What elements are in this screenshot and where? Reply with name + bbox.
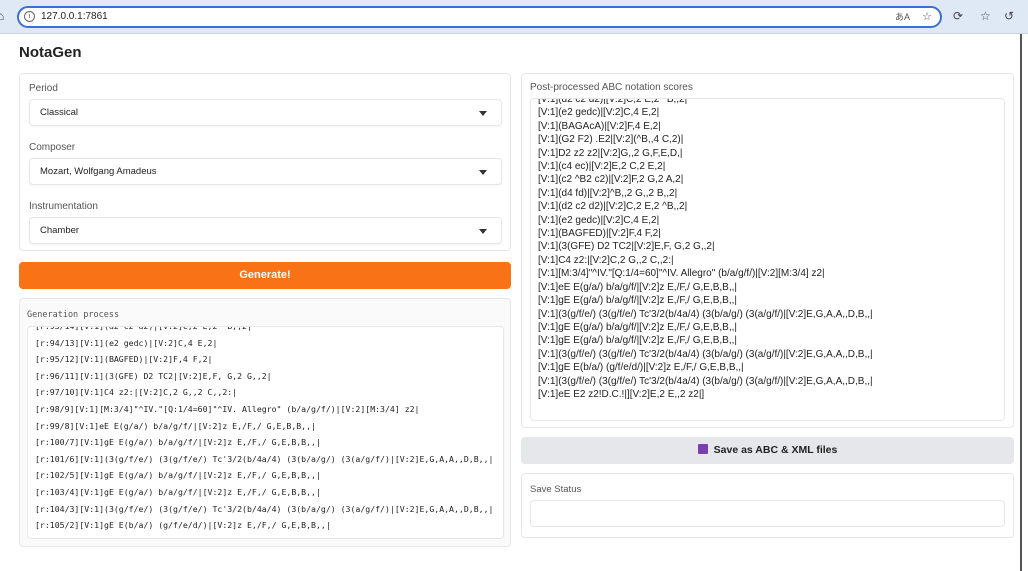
settings-panel: Period Classical Composer Mozart, Wolfga…	[19, 73, 511, 251]
log-line: [V:1](3(GFE) D2 TC2|[V:2]E,F, G,2 G,,2|	[538, 241, 715, 253]
log-line: [V:1](d2 c2 d2)|[V:2]C,2 E,2 ^B,,2|	[538, 201, 688, 213]
browser-toolbar: ⌂ i 127.0.0.1:7861 あA ☆ ⟳ ☆ ↺	[0, 0, 1028, 34]
generation-panel: Generation process [r:93/14][V:1](d2 c2 …	[19, 298, 511, 547]
app-page: NotaGen Period Classical Composer Mozart…	[0, 34, 1022, 571]
log-line: [V:1]C4 z2:|[V:2]C,2 G,,2 C,,2:|	[538, 254, 674, 266]
save-button-label: Save as ABC & XML files	[713, 444, 838, 456]
log-line: [V:1](c4 ec)|[V:2]E,2 C,2 E,2|	[538, 161, 666, 173]
log-line: [V:1]gE E(b/a/) (g/f/e/d/)|[V:2]z E,/F,/…	[538, 362, 744, 374]
save-button[interactable]: Save as ABC & XML files	[521, 437, 1014, 464]
composer-dropdown[interactable]: Mozart, Wolfgang Amadeus	[29, 158, 502, 185]
generation-log-textarea[interactable]: [r:93/14][V:1](d2 c2 d2)|[V:2]C,2 E,2 ^B…	[27, 326, 504, 539]
output-label: Post-processed ABC notation scores	[530, 82, 693, 93]
abc-output-textarea[interactable]: [V:1](d2 c2 d2)|[V:2]C,2 E,2 ^B,,2| [V:1]…	[530, 98, 1005, 421]
log-line: [V:1]gE E(g/a/) b/a/g/f/|[V:2]z E,/F,/ G…	[538, 321, 737, 333]
output-panel: Post-processed ABC notation scores [V:1]…	[521, 73, 1014, 428]
log-line: [r:105/2][V:1]gE E(b/a/) (g/f/e/d/)|[V:2…	[35, 520, 331, 531]
log-line: [r:103/4][V:1]gE E(g/a/) b/a/g/f/|[V:2]z…	[35, 486, 321, 497]
save-status-panel: Save Status	[521, 473, 1014, 538]
log-line: [V:1]gE E(g/a/) b/a/g/f/|[V:2]z E,/F,/ G…	[538, 335, 737, 347]
log-line: [V:1](BAGFED)|[V:2]F,4 F,2|	[538, 228, 661, 240]
log-line: [V:1]eE E(g/a/) b/a/g/f/|[V:2]z E,/F,/ G…	[538, 281, 737, 293]
extensions-icon[interactable]: ⟳	[953, 9, 963, 23]
log-line: [V:1](3(g/f/e/) (3(g/f/e/) Tc'3/2(b/4a/4…	[538, 308, 873, 320]
generate-button[interactable]: Generate!	[19, 262, 511, 289]
home-icon[interactable]: ⌂	[0, 9, 4, 23]
composer-value: Mozart, Wolfgang Amadeus	[40, 166, 157, 177]
log-line: [r:104/3][V:1](3(g/f/e/) (3(g/f/e/) Tc'3…	[35, 503, 494, 514]
log-line: [r:94/13][V:1](e2 gedc)|[V:2]C,4 E,2|	[35, 337, 218, 348]
app-title: NotaGen	[19, 44, 82, 61]
address-bar[interactable]: i 127.0.0.1:7861 あA ☆	[17, 6, 942, 28]
generation-log: [r:93/14][V:1](d2 c2 d2)|[V:2]C,2 E,2 ^B…	[28, 326, 503, 538]
floppy-disk-icon	[697, 444, 708, 454]
log-line: [V:1](e2 gedc)|[V:2]C,4 E,2|	[538, 214, 660, 226]
instrumentation-label: Instrumentation	[29, 201, 98, 212]
log-line: [r:93/14][V:1](d2 c2 d2)|[V:2]C,2 E,2 ^B…	[35, 326, 252, 331]
chevron-down-icon	[479, 111, 487, 116]
log-line: [V:1]gE E(g/a/) b/a/g/f/|[V:2]z E,/F,/ G…	[538, 295, 737, 307]
log-line: [V:1](G2 F2) .E2|[V:2](^B,,4 C,2)|	[538, 134, 684, 146]
log-line: [V:1]eE E2 z2!D.C.!|][V:2]E,2 E,,2 z2|]	[538, 388, 705, 400]
log-line: [V:1]D2 z2 z2|[V:2]G,,2 G,F,E,D,|	[538, 147, 683, 159]
save-status-field[interactable]	[530, 500, 1005, 527]
log-line: [r:98/9][V:1][M:3/4]"^IV."[Q:1/4=60]"^IV…	[35, 403, 420, 414]
log-line: [V:1](BAGAcA)|[V:2]F,4 E,2|	[538, 120, 661, 132]
log-line: [V:1](3(g/f/e/) (3(g/f/e/) Tc'3/2(b/4a/4…	[538, 348, 873, 360]
log-line: [r:102/5][V:1]gE E(g/a/) b/a/g/f/|[V:2]z…	[35, 470, 321, 481]
chevron-down-icon	[479, 229, 487, 234]
log-line: [r:106/1][V:1](3(g/f/e/) (3(g/f/e/) Tc'3…	[35, 534, 496, 538]
chevron-down-icon	[479, 170, 487, 175]
period-label: Period	[29, 83, 58, 94]
composer-label: Composer	[29, 142, 76, 153]
translate-icon[interactable]: あA	[895, 8, 910, 26]
history-icon[interactable]: ↺	[1004, 9, 1014, 23]
url-text: 127.0.0.1:7861	[41, 11, 108, 22]
log-line: [V:1](e2 gedc)|[V:2]C,4 E,2|	[538, 107, 660, 119]
log-line: [r:100/7][V:1]gE E(g/a/) b/a/g/f/|[V:2]z…	[35, 437, 321, 448]
log-line: [V:1][M:3/4]"^IV."[Q:1/4=60]"^IV. Allegr…	[538, 268, 825, 280]
site-info-icon[interactable]: i	[24, 11, 35, 22]
instrumentation-dropdown[interactable]: Chamber	[29, 217, 502, 244]
log-line: [r:97/10][V:1]C4 z2:|[V:2]C,2 G,,2 C,,2:…	[35, 387, 238, 398]
generation-label: Generation process	[27, 310, 120, 320]
log-line: [V:1](d4 fd)|[V:2]^B,,2 G,,2 B,,2|	[538, 187, 678, 199]
log-line: [r:96/11][V:1](3(GFE) D2 TC2|[V:2]E,F, G…	[35, 370, 272, 381]
favorites-icon[interactable]: ☆	[980, 9, 991, 23]
log-line: [V:1](3(g/f/e/) (3(g/f/e/) Tc'3/2(b/4a/4…	[538, 375, 873, 387]
instrumentation-value: Chamber	[40, 225, 80, 236]
abc-output: [V:1](d2 c2 d2)|[V:2]C,2 E,2 ^B,,2| [V:1]…	[531, 98, 1004, 401]
save-status-label: Save Status	[530, 484, 582, 495]
log-line: [r:95/12][V:1](BAGFED)|[V:2]F,4 F,2|	[35, 354, 213, 365]
star-icon[interactable]: ☆	[922, 8, 932, 26]
log-line: [r:101/6][V:1](3(g/f/e/) (3(g/f/e/) Tc'3…	[35, 453, 494, 464]
log-line: [V:1](c2 ^B2 c2)|[V:2]F,2 G,2 A,2|	[538, 174, 684, 186]
log-line: [r:99/8][V:1]eE E(g/a/) b/a/g/f/|[V:2]z …	[35, 420, 316, 431]
period-value: Classical	[40, 107, 79, 118]
period-dropdown[interactable]: Classical	[29, 99, 502, 126]
log-line: [V:1](d2 c2 d2)|[V:2]C,2 E,2 ^B,,2|	[538, 98, 688, 105]
